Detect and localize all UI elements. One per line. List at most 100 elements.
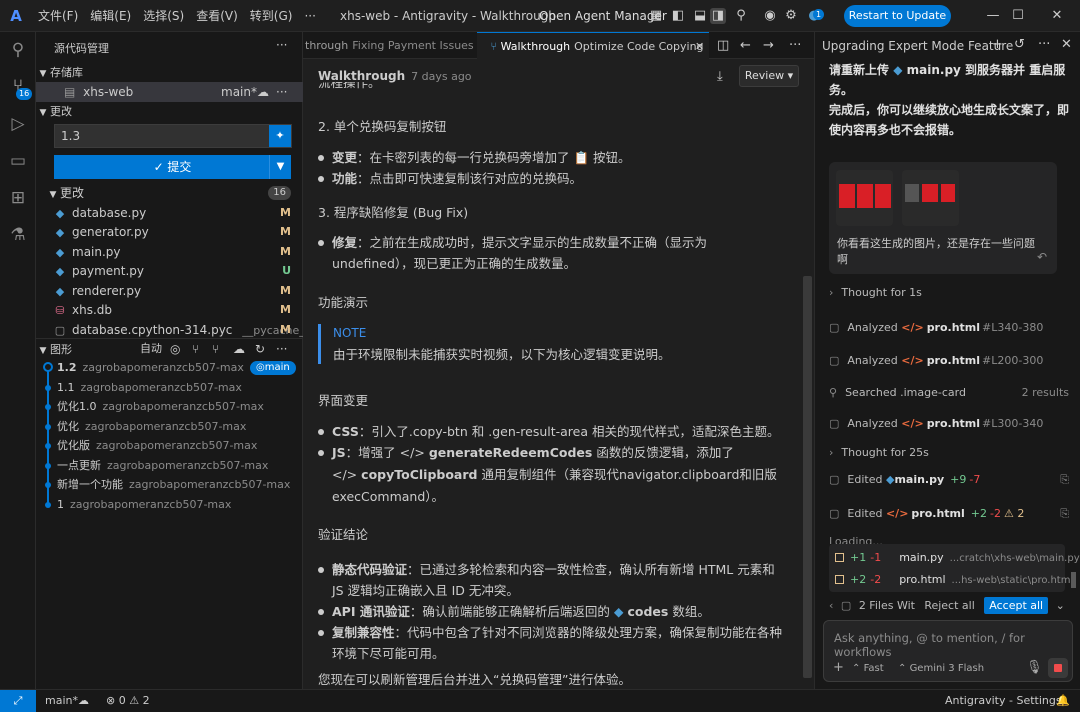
commit-row[interactable]: 优化版 zagrobapomeranzcb507-max [36,436,303,456]
changed-file-item[interactable]: ▢ database.cpython-314.pyc __pycache__ M [36,320,311,340]
close-icon[interactable]: ✕ [1034,0,1080,32]
fetch-icon[interactable]: ⑂ [192,339,199,359]
tab-walkthrough[interactable]: ⑂ Walkthrough Optimize Code Copying ✕ [477,32,709,59]
thought-step[interactable]: › Thought for 25s [829,443,1069,463]
repository-item[interactable]: ▤ xhs-web main* ☁ ··· [36,82,303,102]
image-thumbnail[interactable] [902,170,959,226]
repo-more-icon[interactable]: ··· [276,82,287,102]
files-changed-label[interactable]: 2 Files With Changes [859,596,915,616]
testing-icon[interactable]: ⚗ [6,223,30,247]
chevron-down-icon[interactable]: ⌄ [1056,599,1065,612]
menu-more[interactable]: ··· [298,0,321,32]
chat-scrollbar[interactable] [1071,572,1076,588]
push-cloud-icon[interactable]: ☁ [233,339,245,359]
changes-section-header[interactable]: ▼ 更改 [36,101,303,121]
back-arrow-icon[interactable]: ← [740,38,751,53]
menu-edit[interactable]: 编辑(E) [84,0,137,32]
more-actions-icon[interactable]: ··· [276,38,287,52]
pull-icon[interactable]: ⑂ [212,339,219,359]
commit-message-input[interactable]: 1.3 ✦ [54,124,292,148]
repo-branch[interactable]: main* [221,82,257,102]
edited-step[interactable]: ▢ Edited ◆main.py +9 -7 ⎘ [829,470,1069,490]
menu-go[interactable]: 转到(G) [244,0,299,32]
stop-button[interactable] [1048,658,1068,678]
menu-file[interactable]: 文件(F) [32,0,84,32]
history-icon[interactable]: ↺ [1014,37,1025,52]
toggle-panel-icon[interactable]: ⬓ [692,8,708,24]
commit-row[interactable]: 1 zagrobapomeranzcb507-max [36,495,303,515]
changed-file-item[interactable]: ⛁ xhs.db M [36,300,303,320]
repositories-section-header[interactable]: ▼ 存储库 [36,62,303,82]
chat-input[interactable]: Ask anything, @ to mention, / for workfl… [823,620,1073,682]
search-icon[interactable]: ⚲ [733,8,749,24]
add-context-icon[interactable]: + [833,660,844,675]
ai-generate-message-icon[interactable]: ✦ [269,125,291,147]
toggle-sidebar-icon[interactable]: ◧ [670,8,686,24]
browser-icon[interactable]: ◉ [762,8,778,24]
edited-step[interactable]: ▢ Edited </> pro.html +2 -2 ⚠ 2 ⎘ [829,504,1069,524]
graph-auto-toggle[interactable]: 自动 [140,339,162,359]
restart-to-update-button[interactable]: Restart to Update → [844,5,951,44]
changed-file-item[interactable]: ◆ main.py M [36,242,303,262]
new-chat-icon[interactable]: + [992,37,1003,52]
changes-group-header[interactable]: ▼ 更改 16 [36,183,303,203]
commit-row[interactable]: 1.1 zagrobapomeranzcb507-max [36,378,303,398]
mode-selector[interactable]: ⌃ Fast [852,663,884,674]
extensions-icon[interactable]: ⊞ [6,186,30,210]
settings-indicator[interactable]: Antigravity - Settings [945,690,1062,712]
commit-dropdown-icon[interactable]: ▼ [269,155,291,179]
split-editor-icon[interactable]: ◫ [717,38,729,53]
tab-close-icon[interactable]: ✕ [695,33,704,59]
graph-more-icon[interactable]: ··· [276,339,287,359]
commit-row[interactable]: 1.2 zagrobapomeranzcb507-max ◎main [36,358,303,378]
sync-cloud-icon[interactable]: ☁ [257,82,269,102]
sync-icon[interactable]: ☁ [78,690,89,712]
forward-arrow-icon[interactable]: → [763,38,774,53]
microphone-icon[interactable]: 🎙 [1026,660,1043,675]
open-diff-icon[interactable]: ⎘ [1060,504,1069,524]
gear-icon[interactable]: ⚙ [783,8,799,24]
pending-change-row[interactable]: +1 -1 main.py ...cratch\xhs-web\main.py [835,547,1080,569]
editor-scrollbar[interactable] [803,276,812,678]
commit-row[interactable]: 一点更新 zagrobapomeranzcb507-max [36,456,303,476]
analyzed-step[interactable]: ▢ Analyzed </> pro.html #L300-340 [829,414,1069,434]
notifications-bell-icon[interactable]: 🔔 [1056,690,1070,712]
branch-indicator[interactable]: main* [45,690,78,712]
thought-step[interactable]: › Thought for 1s [829,283,1069,303]
changed-file-item[interactable]: ◆ payment.py U [36,261,303,281]
image-thumbnail[interactable] [836,170,893,226]
tab-fixing-payment[interactable]: through Fixing Payment Issues [303,32,475,59]
problems-indicator[interactable]: ⊗ 0 ⚠ 2 [106,690,150,712]
menu-selection[interactable]: 选择(S) [137,0,190,32]
explorer-search-icon[interactable]: ⚲ [6,38,30,62]
commit-row[interactable]: 新增一个功能 zagrobapomeranzcb507-max [36,475,303,495]
undo-icon[interactable]: ↶ [1037,250,1047,264]
accept-all-button[interactable]: Accept all [984,597,1049,614]
layout-grid-icon[interactable]: ▦ [648,8,664,24]
changed-file-item[interactable]: ◆ renderer.py M [36,281,303,301]
pending-change-row[interactable]: +2 -2 pro.html ...hs-web\static\pro.html [835,569,1073,591]
reject-all-button[interactable]: Reject all [924,599,974,612]
changed-file-item[interactable]: ◆ database.py M [36,203,303,223]
toggle-secondary-sidebar-icon[interactable]: ◨ [710,8,726,24]
commit-button[interactable]: ✓ 提交 ▼ [54,155,291,179]
changed-file-item[interactable]: ◆ generator.py M [36,222,303,242]
menu-view[interactable]: 查看(V) [190,0,244,32]
editor-more-icon[interactable]: ··· [789,38,801,53]
searched-step[interactable]: ⚲ Searched .image-card 2 results [829,383,1069,403]
remote-indicator-icon[interactable]: ⤢ [0,690,36,712]
close-chat-icon[interactable]: ✕ [1061,37,1072,52]
open-diff-icon[interactable]: ⎘ [1060,470,1069,490]
remote-explorer-icon[interactable]: ▭ [6,149,30,173]
model-selector[interactable]: ⌃ Gemini 3 Flash [898,663,984,674]
analyzed-step[interactable]: ▢ Analyzed </> pro.html #L200-300 [829,351,1069,371]
commit-row[interactable]: 优化 zagrobapomeranzcb507-max [36,417,303,437]
commit-row[interactable]: 优化1.0 zagrobapomeranzcb507-max [36,397,303,417]
refresh-icon[interactable]: ↻ [255,339,265,359]
run-debug-icon[interactable]: ▷ [6,112,30,136]
analyzed-step[interactable]: ▢ Analyzed </> pro.html #L340-380 [829,318,1069,338]
chevron-left-icon[interactable]: ‹ [829,599,833,612]
graph-section-header[interactable]: ▼ 图形 自动 ◎ ⑂ ⑂ ☁ ↻ ··· [36,338,303,358]
chat-more-icon[interactable]: ··· [1038,37,1050,52]
target-icon[interactable]: ◎ [170,339,180,359]
